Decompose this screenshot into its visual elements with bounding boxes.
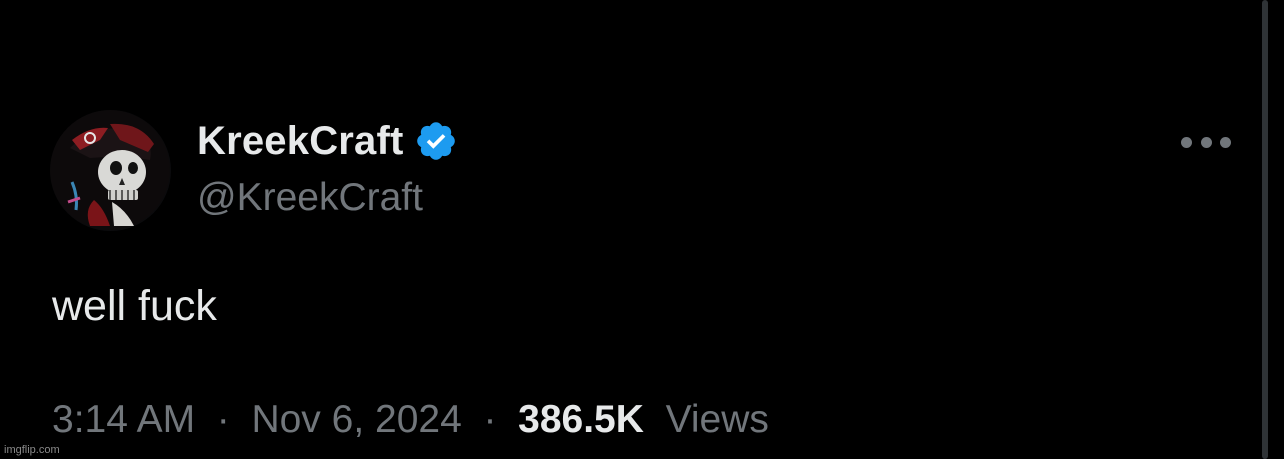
meta-separator: ·	[205, 398, 241, 441]
view-count: 386.5K	[518, 398, 644, 441]
scrollbar[interactable]	[1262, 0, 1268, 459]
author-handle[interactable]: @KreekCraft	[197, 176, 423, 220]
watermark: imgflip.com	[4, 444, 60, 456]
author-name-row: KreekCraft	[197, 116, 458, 166]
verified-badge-icon[interactable]	[414, 119, 458, 163]
views-label: Views	[654, 398, 769, 441]
tweet-metadata: 3:14 AM · Nov 6, 2024 · 386.5K Views	[52, 398, 769, 442]
avatar-skull-image	[50, 110, 170, 230]
more-dot	[1200, 136, 1212, 148]
avatar[interactable]	[50, 110, 171, 231]
more-dot	[1181, 136, 1192, 148]
meta-separator: ·	[472, 398, 508, 441]
tweet-card: KreekCraft @KreekCraft well fuck 3:14 AM…	[0, 0, 1284, 459]
tweet-date[interactable]: Nov 6, 2024	[251, 398, 461, 441]
display-name[interactable]: KreekCraft	[197, 119, 404, 164]
tweet-time[interactable]: 3:14 AM	[52, 398, 195, 441]
tweet-text: well fuck	[52, 282, 217, 330]
more-options-icon[interactable]	[1181, 124, 1231, 160]
more-dot	[1220, 136, 1231, 148]
